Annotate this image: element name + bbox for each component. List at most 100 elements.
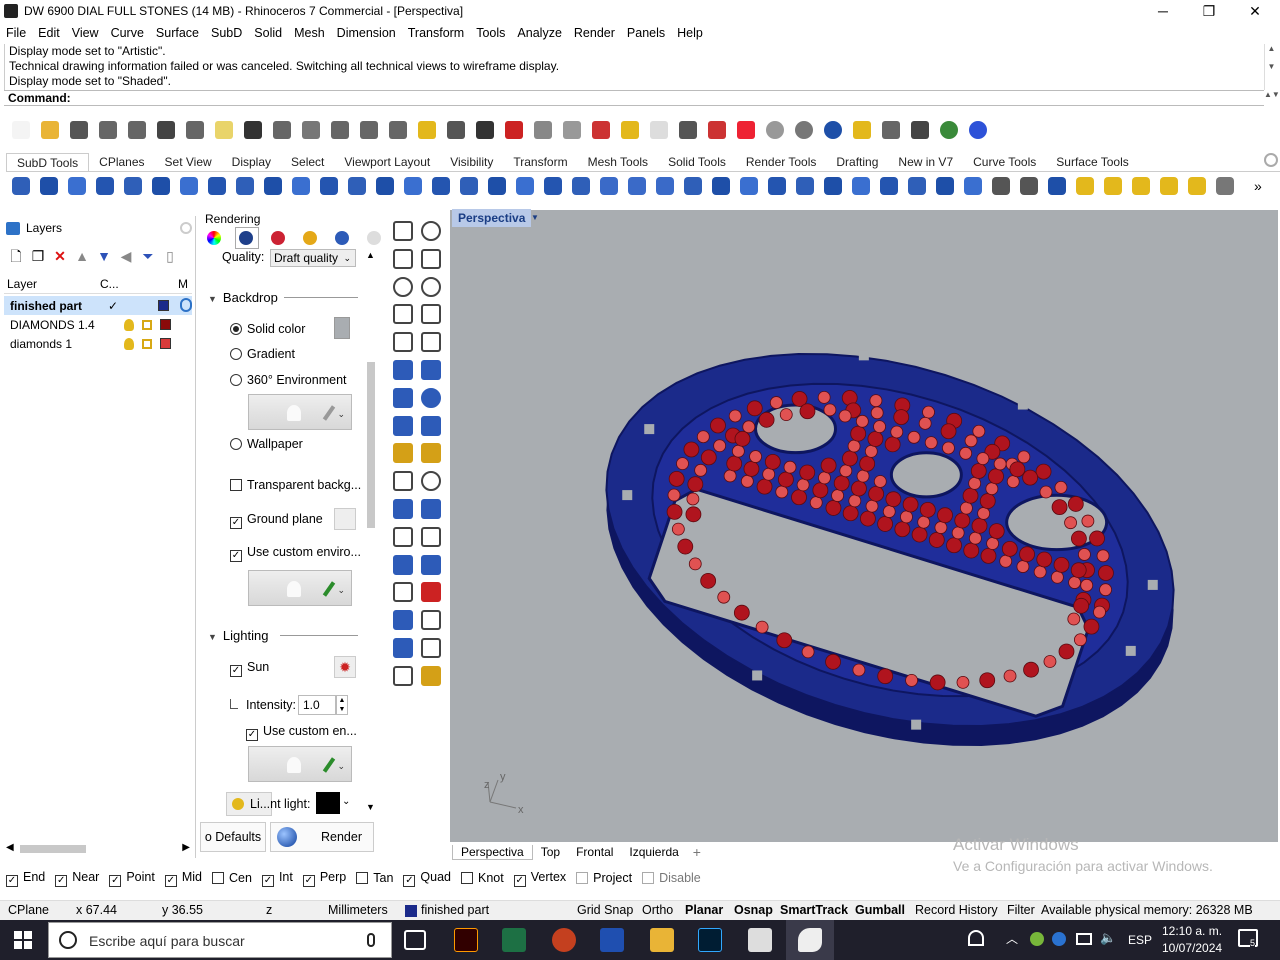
subd-tool-7-icon[interactable]	[176, 173, 202, 199]
scale-tool-icon[interactable]	[418, 579, 441, 603]
zoom-selected-icon[interactable]	[414, 117, 440, 143]
subd-tool-32-icon[interactable]	[876, 173, 902, 199]
intensity-stepper[interactable]: ▲ ▼	[336, 695, 348, 715]
osnap-near[interactable]: ✓ Near	[55, 870, 99, 887]
subd-tool-12-icon[interactable]	[316, 173, 342, 199]
scroll-thumb[interactable]	[20, 845, 86, 853]
tab-drafting[interactable]: Drafting	[826, 153, 888, 171]
polygon-tool-icon[interactable]	[390, 301, 413, 325]
boolean-tool-icon[interactable]	[418, 468, 441, 492]
subd-tool-13-icon[interactable]	[344, 173, 370, 199]
subd-tool-14-icon[interactable]	[372, 173, 398, 199]
subd-tool-21-icon[interactable]	[568, 173, 594, 199]
radio-selected[interactable]	[230, 323, 242, 335]
environment-thumbnail[interactable]: ⌄	[248, 394, 352, 430]
custom-environment-thumbnail[interactable]: ⌄	[248, 570, 352, 606]
subd-tool-23-icon[interactable]	[624, 173, 650, 199]
new-sublayer-icon[interactable]: ❐	[30, 248, 46, 264]
rotate-3d-tool-icon[interactable]	[390, 635, 413, 658]
checkbox-checked[interactable]: ✓	[403, 874, 416, 887]
panel-gear-icon[interactable]	[366, 230, 384, 246]
menu-file[interactable]: File	[0, 26, 32, 40]
viewport-tab-frontal[interactable]: Frontal	[568, 845, 621, 859]
tab-subd-tools[interactable]: SubD Tools	[6, 153, 90, 171]
cut-icon[interactable]	[153, 117, 179, 143]
car-set-view-icon[interactable]	[501, 117, 527, 143]
custom-environment-option[interactable]: ✓ Use custom enviro...	[230, 545, 361, 562]
current-column-header[interactable]: C...	[100, 274, 178, 293]
toolbar-overflow-icon[interactable]: »	[1254, 178, 1262, 194]
record-history-toggle[interactable]: Record History	[915, 903, 998, 917]
smarttrack-toggle[interactable]: SmartTrack	[780, 903, 848, 917]
print-icon[interactable]	[95, 117, 121, 143]
rendering-scrollbar[interactable]: ▲ ▼	[364, 250, 378, 812]
add-viewport-tab-icon[interactable]: +	[687, 844, 701, 860]
sun-settings-icon[interactable]: ✹	[334, 656, 356, 678]
snap-target-icon[interactable]	[588, 117, 614, 143]
lock-icon[interactable]	[142, 338, 152, 349]
subd-tool-28-icon[interactable]	[764, 173, 790, 199]
polyline-tool-icon[interactable]	[390, 246, 413, 269]
save-icon[interactable]	[66, 117, 92, 143]
close-button[interactable]: ✕	[1232, 0, 1278, 22]
layer-row-diamonds-1[interactable]: diamonds 1	[4, 334, 192, 353]
menu-tools[interactable]: Tools	[470, 26, 511, 40]
lock-icon[interactable]	[675, 117, 701, 143]
osnap-int[interactable]: ✓ Int	[261, 870, 293, 887]
gear-icon[interactable]	[878, 117, 904, 143]
rotate-tool-icon[interactable]	[418, 496, 441, 519]
highlighter-icon[interactable]	[849, 117, 875, 143]
checkbox[interactable]	[356, 872, 369, 884]
viewport-menu-chevron-icon[interactable]: ▼	[531, 210, 541, 226]
ground-plane-settings-icon[interactable]	[334, 508, 356, 530]
checkbox[interactable]	[230, 479, 242, 491]
lights-tab-icon[interactable]	[270, 230, 288, 246]
menu-help[interactable]: Help	[671, 26, 709, 40]
backdrop-color-swatch[interactable]	[334, 317, 350, 339]
sphere-tool-icon[interactable]	[418, 385, 441, 408]
light-bulb-icon[interactable]	[646, 117, 672, 143]
dimension-tool-icon[interactable]	[418, 552, 441, 575]
subd-tool-44-icon[interactable]	[1212, 173, 1238, 199]
tab-cplanes[interactable]: CPlanes	[89, 153, 154, 171]
rotate-view-icon[interactable]	[443, 117, 469, 143]
menu-curve[interactable]: Curve	[105, 26, 150, 40]
checkbox-checked[interactable]: ✓	[164, 874, 177, 887]
filter-toggle[interactable]: Filter	[1007, 903, 1035, 917]
osnap-vertex[interactable]: ✓ Vertex	[513, 870, 566, 887]
subd-tool-33-icon[interactable]	[904, 173, 930, 199]
subd-tool-18-icon[interactable]	[484, 173, 510, 199]
light-bulb-icon[interactable]	[124, 337, 134, 350]
tab-set-view[interactable]: Set View	[155, 153, 222, 171]
viewport-title[interactable]: Perspectiva	[452, 209, 532, 227]
gradient-option[interactable]: Gradient	[230, 347, 295, 361]
menu-render[interactable]: Render	[568, 26, 621, 40]
checkbox-checked[interactable]: ✓	[246, 729, 258, 741]
subd-tool-31-icon[interactable]	[848, 173, 874, 199]
word-icon[interactable]	[600, 928, 624, 952]
checkbox-checked[interactable]: ✓	[302, 874, 315, 887]
light-bulb-icon[interactable]	[124, 318, 134, 331]
solid-tools-tool-icon[interactable]	[390, 663, 413, 686]
revolve-tool-icon[interactable]	[418, 357, 441, 380]
copy-icon[interactable]	[182, 117, 208, 143]
osnap-cen[interactable]: Cen	[212, 871, 252, 885]
subd-tool-4-icon[interactable]	[92, 173, 118, 199]
delete-layer-icon[interactable]: ✕	[52, 248, 68, 264]
command-prompt[interactable]: Command:	[4, 90, 1264, 106]
task-view-icon[interactable]	[404, 930, 426, 950]
osnap-mid[interactable]: ✓ Mid	[164, 870, 202, 887]
select-tool-icon[interactable]	[390, 218, 413, 241]
subd-tool-26-icon[interactable]	[708, 173, 734, 199]
subd-tool-1-icon[interactable]	[8, 173, 34, 199]
subd-tool-40-icon[interactable]	[1100, 173, 1126, 199]
osnap-project[interactable]: Project	[576, 871, 632, 885]
tab-surface-tools[interactable]: Surface Tools	[1046, 153, 1139, 171]
calculator-icon[interactable]	[748, 928, 772, 952]
menu-view[interactable]: View	[66, 26, 105, 40]
tab-select[interactable]: Select	[281, 153, 334, 171]
arc-tool-icon[interactable]	[390, 329, 413, 353]
checkbox[interactable]	[576, 872, 589, 884]
subd-tool-27-icon[interactable]	[736, 173, 762, 199]
osnap-end[interactable]: ✓ End	[6, 870, 45, 887]
